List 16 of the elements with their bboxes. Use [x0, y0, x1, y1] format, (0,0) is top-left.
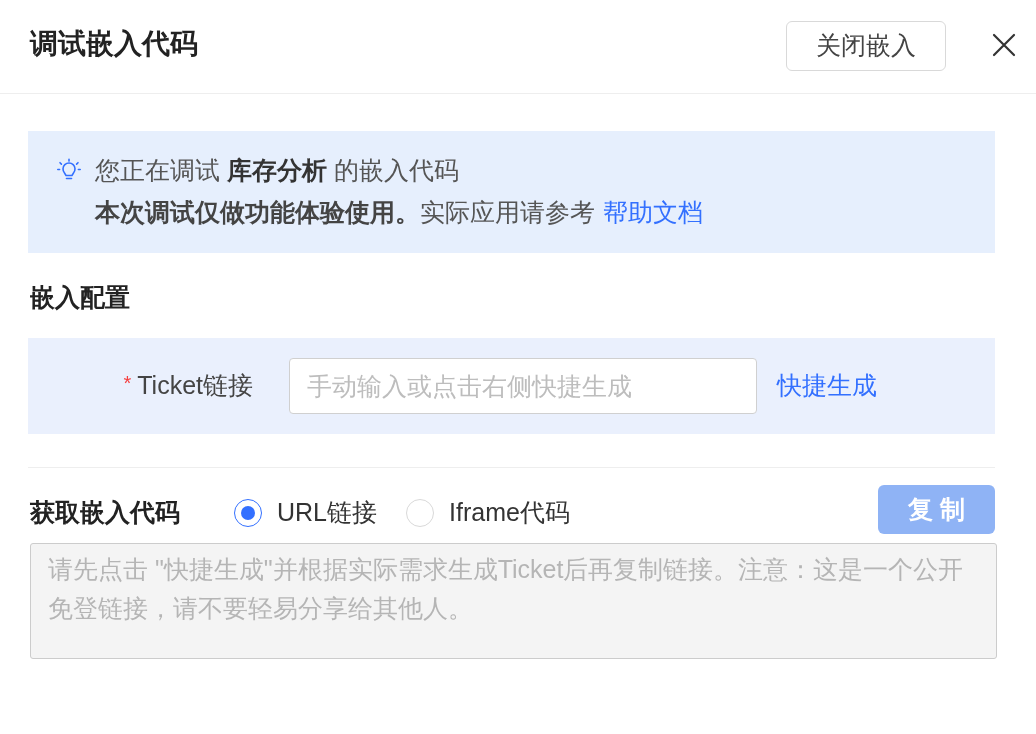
notice-text: 您正在调试 库存分析 的嵌入代码: [95, 155, 459, 186]
radio-button[interactable]: [234, 498, 262, 527]
close-embed-button[interactable]: 关闭嵌入: [786, 20, 946, 71]
notice-text: 本次调试仅做功能体验使用。实际应用请参考 帮助文档: [95, 197, 703, 228]
radio-label[interactable]: Iframe代码: [449, 493, 570, 532]
help-docs-link[interactable]: 帮助文档: [603, 198, 703, 226]
close-icon[interactable]: [992, 32, 1016, 57]
field-label: Ticket链接: [137, 370, 253, 402]
quick-generate-link[interactable]: 快捷生成: [777, 367, 877, 405]
section-title: 嵌入配置: [30, 283, 130, 311]
required-mark: *: [123, 371, 132, 396]
section-title: 获取嵌入代码: [30, 496, 180, 528]
lightbulb-icon: [57, 158, 81, 180]
ticket-link-input[interactable]: 手动输入或点击右侧快捷生成: [289, 358, 757, 414]
radio-label[interactable]: URL链接: [277, 493, 377, 532]
dialog-title: 调试嵌入代码: [30, 26, 198, 61]
